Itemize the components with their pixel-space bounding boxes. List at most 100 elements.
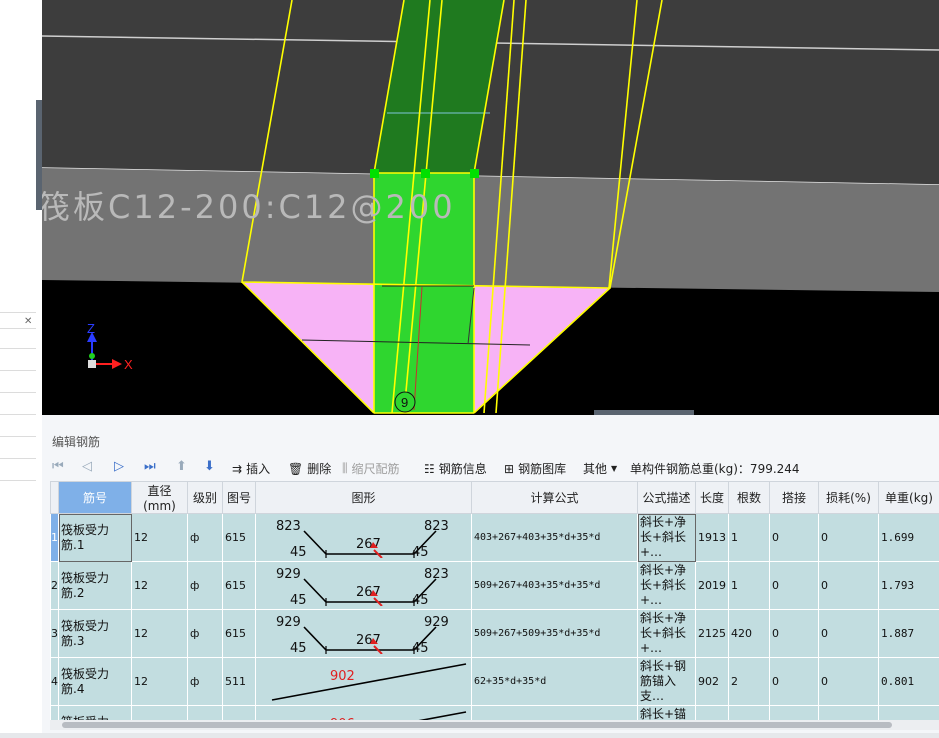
length-cell[interactable]: 1913 — [695, 513, 729, 562]
rebar-library-button[interactable]: ⊞ 钢筋图库 — [504, 460, 566, 477]
loss-cell[interactable]: 0 — [818, 513, 879, 562]
shape-cell[interactable]: 823 823 267 45 45 — [255, 513, 472, 562]
col-header-unit-weight[interactable]: 单重(kg) — [878, 481, 939, 514]
diameter-cell[interactable]: 12 — [131, 609, 188, 658]
length-cell[interactable]: 2019 — [695, 561, 729, 610]
figure-no-cell[interactable]: 615 — [222, 561, 256, 610]
count-cell[interactable]: 2 — [728, 657, 770, 706]
col-header-loss[interactable]: 损耗(%) — [818, 481, 879, 514]
count-cell[interactable]: 420 — [728, 609, 770, 658]
grade-cell[interactable]: ф — [187, 609, 223, 658]
description-cell[interactable]: 斜长+净长+斜长+… — [637, 609, 696, 658]
formula-cell[interactable]: 509+267+509+35*d+35*d — [471, 609, 638, 658]
formula-cell[interactable]: 62+35*d+35*d — [471, 657, 638, 706]
length-cell[interactable]: 902 — [695, 657, 729, 706]
unit-weight-cell[interactable]: 0.801 — [878, 657, 939, 706]
col-header-bar-no[interactable]: 筋号 — [58, 481, 132, 514]
lap-cell[interactable]: 0 — [769, 657, 819, 706]
count-cell[interactable]: 1 — [728, 561, 770, 610]
table-row[interactable]: 4 筏板受力筋.4 12 ф 511 902 62+35*d+35*d 斜长+钢筋锚入支… 90… — [50, 657, 939, 706]
description-cell[interactable]: 斜长+净长+斜长+… — [637, 561, 696, 610]
table-row[interactable]: 5筏板受力筋.512ф51190666+35*d+35*d斜长+锚固+钢筋…90… — [50, 705, 939, 721]
diameter-cell[interactable]: 12 — [131, 513, 188, 562]
formula-cell[interactable]: 509+267+403+35*d+35*d — [471, 561, 638, 610]
lap-cell[interactable]: 0 — [769, 561, 819, 610]
diameter-cell[interactable]: 12 — [131, 705, 188, 721]
col-header-count[interactable]: 根数 — [728, 481, 770, 514]
col-header-description[interactable]: 公式描述 — [637, 481, 696, 514]
shape-dimension-label: 45 — [412, 641, 429, 654]
library-icon: ⊞ — [504, 461, 515, 476]
last-record-icon[interactable]: ⏭ — [144, 459, 156, 474]
close-icon[interactable]: ✕ — [24, 316, 32, 327]
grade-cell[interactable]: ф — [187, 561, 223, 610]
grip-handle[interactable] — [421, 169, 430, 178]
table-row[interactable]: 3 筏板受力筋.3 12 ф 615 929 929 267 45 45 509+267+509+3… — [50, 609, 939, 658]
col-header-grade[interactable]: 级别 — [187, 481, 223, 514]
lap-cell[interactable]: 0 — [769, 705, 819, 721]
grade-cell[interactable]: ф — [187, 705, 223, 721]
shape-cell[interactable]: 906 — [255, 705, 472, 721]
scrollbar-thumb[interactable] — [62, 722, 892, 728]
col-header-formula[interactable]: 计算公式 — [471, 481, 638, 514]
diameter-cell[interactable]: 12 — [131, 657, 188, 706]
loss-cell[interactable]: 0 — [818, 705, 879, 721]
table-row[interactable]: 2 筏板受力筋.2 12 ф 615 929 823 267 45 45 509+267+403+3… — [50, 561, 939, 610]
row-name-cell[interactable]: 筏板受力筋.1 — [58, 513, 132, 562]
unit-weight-cell[interactable]: 1.793 — [878, 561, 939, 610]
description-cell[interactable]: 斜长+锚固+钢筋… — [637, 705, 696, 721]
count-cell[interactable]: 1 — [728, 513, 770, 562]
table-row[interactable]: 1 筏板受力筋.1 12 ф 615 823 823 267 45 45 403+267+403+3… — [50, 513, 939, 562]
formula-cell[interactable]: 66+35*d+35*d — [471, 705, 638, 721]
shape-dimension-label: 45 — [290, 545, 307, 558]
shape-cell[interactable]: 929 823 267 45 45 — [255, 561, 472, 610]
grip-handle[interactable] — [370, 169, 379, 178]
length-cell[interactable]: 2125 — [695, 609, 729, 658]
length-cell[interactable]: 906 — [695, 705, 729, 721]
formula-cell[interactable]: 403+267+403+35*d+35*d — [471, 513, 638, 562]
grade-cell[interactable]: ф — [187, 657, 223, 706]
other-dropdown[interactable]: 其他 ▼ — [583, 460, 621, 477]
move-up-icon[interactable]: ⬆ — [176, 459, 187, 474]
lap-cell[interactable]: 0 — [769, 513, 819, 562]
rebar-info-button[interactable]: ☷ 钢筋信息 — [424, 460, 487, 477]
diameter-cell[interactable]: 12 — [131, 561, 188, 610]
shape-cell[interactable]: 902 — [255, 657, 472, 706]
col-header-figure-no[interactable]: 图号 — [222, 481, 256, 514]
lap-cell[interactable]: 0 — [769, 609, 819, 658]
shape-dimension-label: 929 — [424, 615, 449, 630]
loss-cell[interactable]: 0 — [818, 561, 879, 610]
loss-cell[interactable]: 0 — [818, 609, 879, 658]
insert-button[interactable]: ⇉ 插入 — [232, 460, 270, 477]
figure-no-cell[interactable]: 511 — [222, 657, 256, 706]
col-header-diameter[interactable]: 直径(mm) — [131, 481, 188, 514]
grip-handle[interactable] — [470, 169, 479, 178]
figure-no-cell[interactable]: 615 — [222, 609, 256, 658]
description-cell[interactable]: 斜长+钢筋锚入支… — [637, 657, 696, 706]
col-header-shape[interactable]: 图形 — [255, 481, 472, 514]
row-name-cell[interactable]: 筏板受力筋.5 — [58, 705, 132, 721]
grade-cell[interactable]: ф — [187, 513, 223, 562]
unit-weight-cell[interactable]: 0.805 — [878, 705, 939, 721]
horizontal-scrollbar[interactable] — [50, 720, 939, 730]
move-down-icon[interactable]: ⬇ — [204, 459, 215, 474]
col-header-lap[interactable]: 搭接 — [769, 481, 819, 514]
next-record-icon[interactable]: ▷ — [114, 459, 124, 474]
first-record-icon[interactable]: ⏮ — [52, 459, 64, 474]
row-name-cell[interactable]: 筏板受力筋.3 — [58, 609, 132, 658]
prev-record-icon[interactable]: ◁ — [82, 459, 92, 474]
3d-viewport[interactable]: 9 筏板C12-200:C12@200 Z X — [42, 0, 939, 415]
unit-weight-cell[interactable]: 1.699 — [878, 513, 939, 562]
loss-cell[interactable]: 0 — [818, 657, 879, 706]
figure-no-cell[interactable]: 511 — [222, 705, 256, 721]
unit-weight-cell[interactable]: 1.887 — [878, 609, 939, 658]
figure-no-cell[interactable]: 615 — [222, 513, 256, 562]
col-header-length[interactable]: 长度 — [695, 481, 729, 514]
row-name-cell[interactable]: 筏板受力筋.2 — [58, 561, 132, 610]
count-cell[interactable]: 2 — [728, 705, 770, 721]
shape-cell[interactable]: 929 929 267 45 45 — [255, 609, 472, 658]
delete-button[interactable]: 🗑 删除 — [288, 460, 331, 477]
scale-rebar-button[interactable]: ⫼ 缩尺配筋 — [342, 460, 400, 477]
description-cell[interactable]: 斜长+净长+斜长+… — [637, 513, 696, 562]
row-name-cell[interactable]: 筏板受力筋.4 — [58, 657, 132, 706]
